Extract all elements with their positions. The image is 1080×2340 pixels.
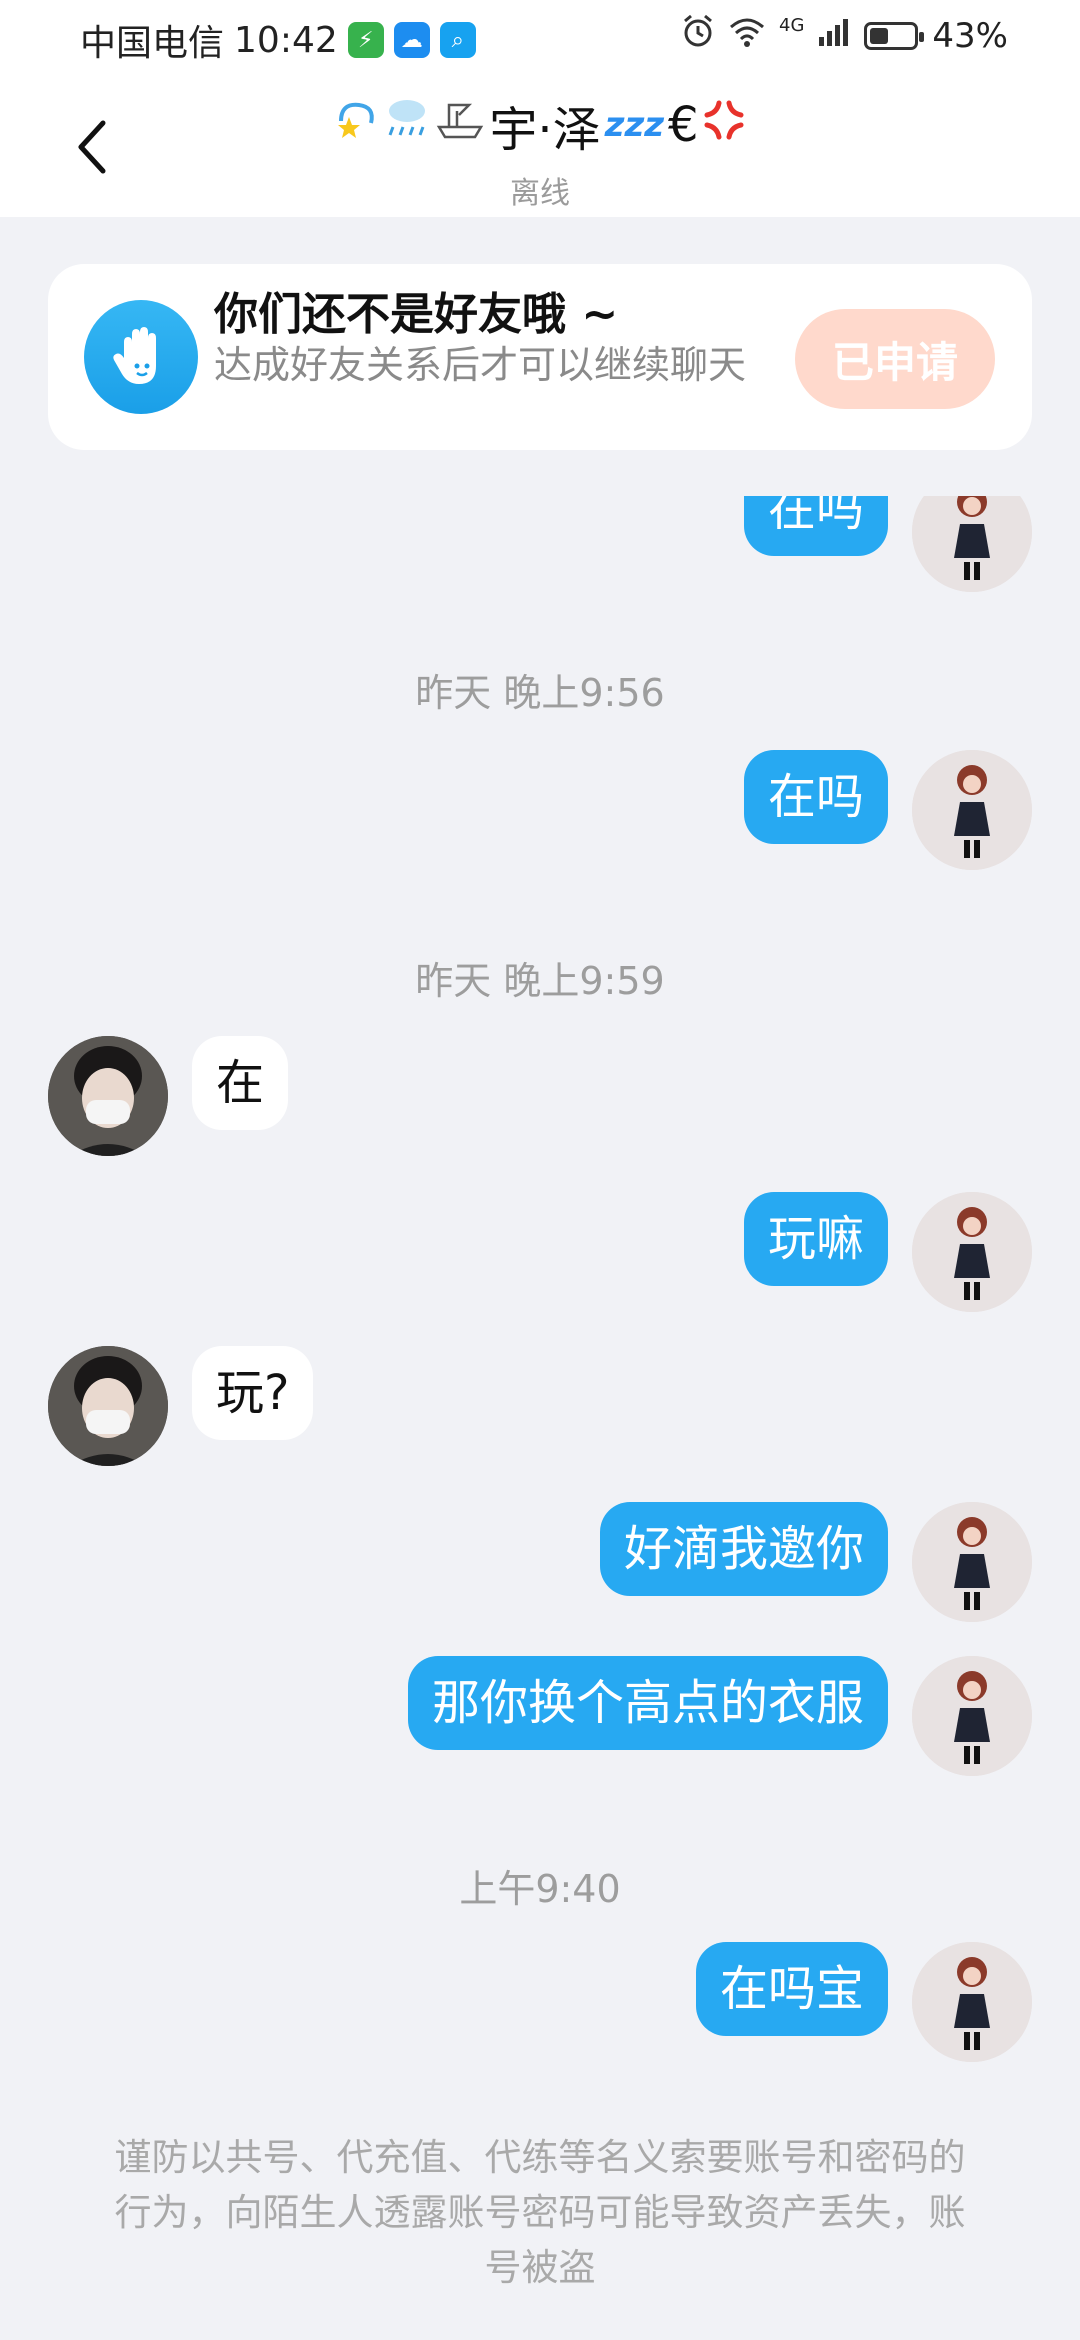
notice-description: 达成好友关系后才可以继续聊天 [214, 343, 747, 387]
status-left: 中国电信 10:42 ⚡ ☁ ⌕ [80, 14, 476, 66]
notice-title: 你们还不是好友哦 ~ [214, 289, 619, 340]
battery-percent: 43% [932, 15, 1008, 56]
charging-app-icon: ⚡ [347, 22, 384, 58]
avatar[interactable] [912, 496, 1032, 592]
clock: 10:42 [234, 19, 338, 61]
message-row: 玩? [0, 1346, 1080, 1466]
timestamp: 昨天 晚上9:59 [415, 959, 665, 1003]
anger-icon [703, 97, 745, 153]
avatar[interactable] [912, 1192, 1032, 1312]
message-row: 在 [0, 1036, 1080, 1156]
avatar[interactable] [912, 1502, 1032, 1622]
alarm-icon [681, 14, 715, 57]
wifi-icon [729, 16, 765, 56]
carrier-label: 中国电信 [80, 23, 225, 64]
message-row: 玩嘛 [0, 1192, 1080, 1312]
message-list[interactable]: 在吗 昨天 晚上9:56 在吗 昨天 晚上9:59 在 玩嘛 玩? 好滴我邀你 … [0, 496, 1080, 2340]
avatar[interactable] [48, 1346, 168, 1466]
rain-cloud-icon [383, 95, 431, 155]
applied-button[interactable]: 已申请 [795, 309, 995, 409]
weather-app-icon: ☁ [393, 22, 430, 58]
avatar[interactable] [912, 1942, 1032, 2062]
status-right: 4G 43% [681, 14, 1008, 57]
message-bubble[interactable]: 玩? [192, 1346, 314, 1440]
contact-name-text: 宇·泽 [489, 102, 601, 158]
message-bubble[interactable]: 在 [192, 1036, 289, 1130]
dizzy-icon [335, 97, 379, 153]
message-bubble[interactable]: 在吗 [743, 750, 888, 844]
message-bubble[interactable]: 在吗 [743, 496, 888, 556]
avatar[interactable] [48, 1036, 168, 1156]
signal-icon [818, 16, 850, 56]
avatar[interactable] [912, 750, 1032, 870]
friend-notice-card: 你们还不是好友哦 ~ 达成好友关系后才可以继续聊天 已申请 [48, 264, 1032, 450]
message-bubble[interactable]: 那你换个高点的衣服 [407, 1656, 888, 1750]
message-bubble[interactable]: 玩嘛 [743, 1192, 888, 1286]
message-row: 好滴我邀你 [0, 1502, 1080, 1622]
euro-symbol: € [668, 97, 699, 153]
battery-icon [864, 21, 925, 50]
hand-wave-icon [84, 300, 198, 414]
online-status: 离线 [510, 176, 570, 211]
search-app-icon: ⌕ [439, 22, 476, 58]
message-row: 在吗 [0, 496, 1080, 592]
avatar[interactable] [912, 1656, 1032, 1776]
message-row: 在吗 [0, 750, 1080, 870]
message-row: 那你换个高点的衣服 [0, 1656, 1080, 1776]
message-bubble[interactable]: 在吗宝 [695, 1942, 888, 2036]
security-warning: 谨防以共号、代充值、代练等名义索要账号和密码的行为，向陌生人透露账号密码可能导致… [114, 2136, 966, 2289]
timestamp: 昨天 晚上9:56 [415, 671, 665, 715]
status-bar: 中国电信 10:42 ⚡ ☁ ⌕ 4G 43% [0, 0, 1080, 72]
contact-name[interactable]: 宇·泽 zzz € [0, 90, 1080, 160]
message-row: 在吗宝 [0, 1942, 1080, 2062]
ship-icon [435, 97, 485, 153]
chat-header: 宇·泽 zzz € 离线 [0, 72, 1080, 217]
battery-fill [870, 27, 889, 44]
timestamp: 上午9:40 [459, 1867, 621, 1911]
zzz-icon: zzz [604, 105, 665, 145]
message-bubble[interactable]: 好滴我邀你 [599, 1502, 888, 1596]
network-label: 4G [779, 15, 805, 36]
